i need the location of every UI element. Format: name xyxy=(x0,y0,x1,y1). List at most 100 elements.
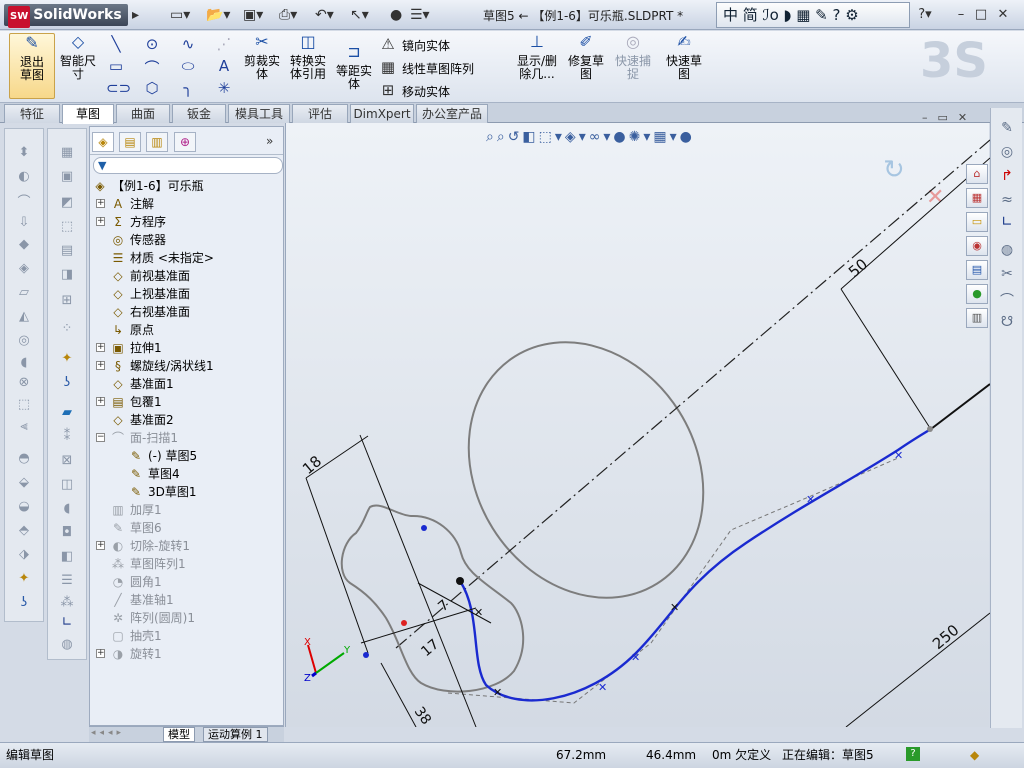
smart-dimension-button[interactable]: ◇ 智能尺寸 xyxy=(58,34,98,81)
tree-item[interactable]: ↳ 原点 xyxy=(90,321,283,339)
repair-sketch-button[interactable]: ✐ 修复草图 xyxy=(565,34,607,81)
tab-mold-tools[interactable]: 模具工具 xyxy=(228,104,290,123)
sketch-pick-icon[interactable]: ▦ xyxy=(56,145,78,161)
dimension-label-250[interactable]: 250 xyxy=(929,621,963,653)
tree-item[interactable]: + ◑ 旋转1 xyxy=(90,645,283,663)
reference-point-icon[interactable]: ✦ xyxy=(56,351,78,367)
tree-item[interactable]: − ⌒ 面-扫描1 xyxy=(90,429,283,447)
close-icon[interactable]: ✕ xyxy=(994,6,1012,24)
feature-manager-tab-icon[interactable]: ◈ xyxy=(92,132,114,152)
tab-sheet-metal[interactable]: 钣金 xyxy=(172,104,226,123)
tool-2-icon[interactable]: ◎ xyxy=(997,144,1017,162)
cut-loft-icon[interactable]: ◎ xyxy=(13,333,35,349)
rebuild-icon[interactable]: ● xyxy=(390,6,402,24)
tree-item[interactable]: ☰ 材质 <未指定> xyxy=(90,249,283,267)
dimxpert-manager-tab-icon[interactable]: ⊕ xyxy=(174,132,196,152)
deform-icon[interactable]: ⬗ xyxy=(13,547,35,563)
tool-6-icon[interactable]: ◍ xyxy=(997,242,1017,260)
tree-item[interactable]: ◈ 【例1-6】可乐瓶 xyxy=(90,177,283,195)
boundary-icon[interactable]: ◆ xyxy=(13,237,35,253)
search-icon[interactable]: ◉ xyxy=(966,236,988,256)
rapid-sketch-button[interactable]: ✍ 快速草图 xyxy=(663,34,705,81)
dimension-label-17[interactable]: 17 xyxy=(418,636,442,660)
split-entities-icon[interactable]: ◨ xyxy=(56,267,78,283)
sketch-grid-icon[interactable]: ⊞ xyxy=(56,293,78,309)
tree-item[interactable]: ◔ 圆角1 xyxy=(90,573,283,591)
cut-sweep-icon[interactable]: ◭ xyxy=(13,309,35,325)
constraint-icon[interactable]: ⊠ xyxy=(56,453,78,469)
options-icon[interactable]: ☰▾ xyxy=(410,6,430,24)
centerline[interactable] xyxy=(395,139,990,649)
tree-item[interactable]: ▥ 加厚1 xyxy=(90,501,283,519)
linear-pattern-icon[interactable]: ▦ xyxy=(378,58,398,76)
spline-handle-point[interactable] xyxy=(363,652,369,658)
tab-features[interactable]: 特征 xyxy=(4,104,60,123)
tool-3-icon[interactable]: ↱ xyxy=(997,168,1017,186)
inference-icon[interactable]: ◘ xyxy=(56,525,78,541)
tree-filter-input[interactable]: ▼ xyxy=(93,157,283,174)
draft-icon[interactable]: ⊗ xyxy=(13,375,35,391)
tree-item[interactable]: + § 螺旋线/涡状线1 xyxy=(90,357,283,375)
print-icon[interactable]: ⎙▾ xyxy=(279,6,297,24)
tree-item[interactable]: ⁂ 草图阵列1 xyxy=(90,555,283,573)
exit-sketch-button[interactable]: ✎ 退出草图 xyxy=(9,33,55,99)
tool-7-icon[interactable]: ✂ xyxy=(997,266,1017,284)
tree-item[interactable]: + ▣ 拉伸1 xyxy=(90,339,283,357)
new-file-icon[interactable]: ▭▾ xyxy=(170,6,190,24)
pierce-point[interactable] xyxy=(401,620,407,626)
file-explorer-icon[interactable]: ▭ xyxy=(966,212,988,232)
tree-expand-toggle-icon[interactable]: − xyxy=(96,433,105,442)
tree-item[interactable]: ◇ 前视基准面 xyxy=(90,267,283,285)
blocks-icon[interactable]: ◫ xyxy=(56,477,78,493)
tree-item[interactable]: + ▤ 包覆1 xyxy=(90,393,283,411)
tree-expand-toggle-icon[interactable]: + xyxy=(96,541,105,550)
tree-item[interactable]: ◇ 基准面1 xyxy=(90,375,283,393)
array-icon[interactable]: ⁂ xyxy=(56,595,78,611)
expand-menu-icon[interactable]: ▸ xyxy=(132,6,139,24)
convert-entities-button[interactable]: ◫ 转换实体引用 xyxy=(286,34,330,81)
extrude-boss-icon[interactable]: ⬍ xyxy=(13,145,35,161)
sketch-3d-icon[interactable]: ▣ xyxy=(56,169,78,185)
tree-expand-toggle-icon[interactable]: + xyxy=(96,199,105,208)
tree-item[interactable]: ◇ 右视基准面 xyxy=(90,303,283,321)
spline-icon[interactable]: ∿ xyxy=(178,35,198,53)
expand-panel-icon[interactable]: » xyxy=(266,134,273,148)
rib-icon[interactable]: ◖ xyxy=(13,355,35,371)
shell-icon[interactable]: ⬚ xyxy=(13,397,35,413)
cut-extrude-icon[interactable]: ◈ xyxy=(13,261,35,277)
layer-icon[interactable]: ◧ xyxy=(56,549,78,565)
tab-sketch[interactable]: 草图 xyxy=(62,104,114,124)
minimize-icon[interactable]: – xyxy=(952,6,970,24)
maximize-icon[interactable]: □ xyxy=(972,6,990,24)
tree-item[interactable]: ◇ 基准面2 xyxy=(90,411,283,429)
fillet-icon[interactable]: ◓ xyxy=(13,451,35,467)
loft-boss-icon[interactable]: ⇩ xyxy=(13,215,35,231)
path-line-segment[interactable] xyxy=(930,383,990,430)
ellipse-icon[interactable]: ⬭ xyxy=(178,57,198,75)
tree-expand-toggle-icon[interactable]: + xyxy=(96,397,105,406)
sketch-canvas[interactable]: ✕ ✕ ✕ ✕ ✕ ✕ ✕ 50 18 7 17 38 250 X Y Z xyxy=(286,123,990,727)
point-icon[interactable]: ✳ xyxy=(214,79,234,97)
relations-toggle-icon[interactable]: ⁑ xyxy=(56,429,78,445)
tab-evaluate[interactable]: 评估 xyxy=(292,104,348,123)
display-delete-relations-button[interactable]: ⊥ 显示/删除几... xyxy=(514,34,560,81)
tree-item[interactable]: + A 注解 xyxy=(90,195,283,213)
ellipse-profile[interactable] xyxy=(422,298,751,642)
reference-geometry-icon[interactable]: ✦ xyxy=(13,571,35,587)
tree-item[interactable]: ✎ 3D草图1 xyxy=(90,483,283,501)
sketch-block-icon[interactable]: ⬚ xyxy=(56,219,78,235)
tab-office-products[interactable]: 办公室产品 xyxy=(416,104,488,123)
status-tag-icon[interactable]: ◆ xyxy=(970,745,979,765)
home-icon[interactable]: ⌂ xyxy=(966,164,988,184)
select-icon[interactable]: ↖▾ xyxy=(350,6,369,24)
stack-icon[interactable]: ☰ xyxy=(56,573,78,589)
spline-endpoint[interactable] xyxy=(456,577,464,585)
mirror-icon[interactable]: ⚠ xyxy=(378,35,398,53)
tree-item[interactable]: ✎ 草图4 xyxy=(90,465,283,483)
ruler-icon[interactable]: ▰ xyxy=(56,405,78,421)
linear-pattern-label[interactable]: 线性草图阵列 xyxy=(402,60,474,77)
chamfer-icon[interactable]: ⬙ xyxy=(13,475,35,491)
move-entities-label[interactable]: 移动实体 xyxy=(402,83,450,100)
quick-snaps-button[interactable]: ◎ 快速捕捉 xyxy=(613,34,653,81)
sketch-plane-icon[interactable]: ◩ xyxy=(56,195,78,211)
